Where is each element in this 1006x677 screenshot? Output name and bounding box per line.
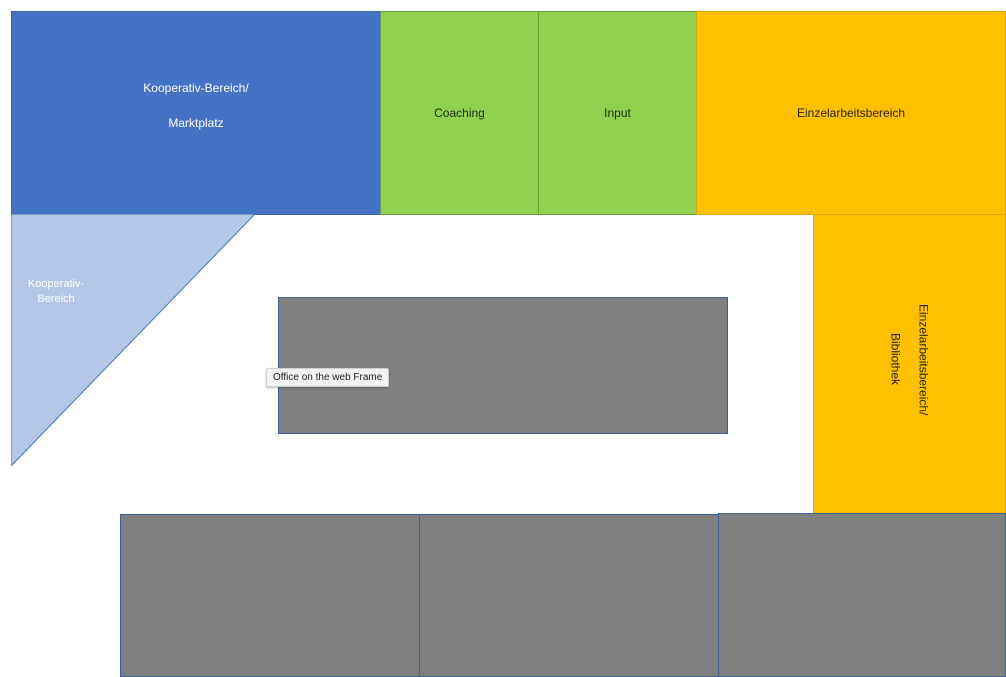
einzelarbeit-top-label: Einzelarbeitsbereich [796, 106, 906, 120]
bottom-block-2 [419, 514, 719, 677]
coaching-label: Coaching [434, 106, 485, 120]
office-web-frame-tooltip: Office on the web Frame [266, 368, 390, 387]
bottom-block-1 [120, 514, 420, 677]
coaching-area: Coaching [380, 11, 539, 215]
einzelarbeit-bibliothek-label: Einzelarbeitsbereich/ Bibliothek [882, 304, 938, 415]
einzelarbeit-bibliothek-area: Einzelarbeitsbereich/ Bibliothek [813, 214, 1006, 515]
einzelarbeit-bibliothek-line2: Bibliothek [888, 333, 903, 386]
kooperativ-marktplatz-area: Kooperativ-Bereich/ Marktplatz [11, 11, 381, 215]
einzelarbeit-bibliothek-line1: Einzelarbeitsbereich/ [916, 303, 931, 416]
kooperativ-marktplatz-label-line1: Kooperativ-Bereich/ [143, 80, 249, 95]
kooperativ-marktplatz-label-line2: Marktplatz [168, 115, 224, 130]
kooperativ-small-area [11, 214, 255, 466]
kooperativ-triangle-shape [11, 214, 255, 466]
input-area: Input [538, 11, 697, 215]
bottom-block-3 [718, 513, 1006, 677]
center-table-block [278, 297, 728, 434]
kooperativ-small-line2: Bereich [37, 293, 75, 305]
einzelarbeit-area-top: Einzelarbeitsbereich [696, 11, 1006, 215]
kooperativ-small-line1: Kooperativ- [27, 278, 85, 290]
input-label: Input [604, 106, 631, 120]
kooperativ-small-label: Kooperativ- Bereich [11, 277, 101, 307]
